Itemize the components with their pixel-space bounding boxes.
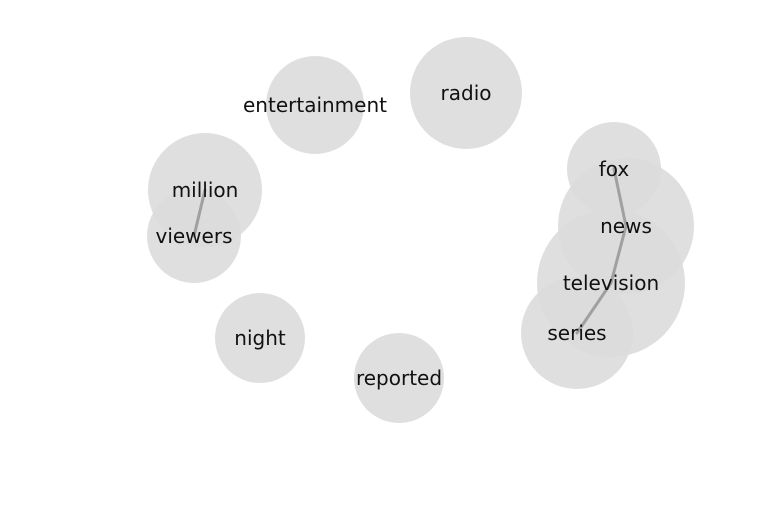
label-television: television [563, 271, 659, 295]
label-night: night [234, 326, 286, 350]
label-news: news [600, 214, 652, 238]
label-radio: radio [441, 81, 492, 105]
label-fox: fox [599, 157, 630, 181]
word-bubble-diagram: entertainment radio million viewers night rep… [0, 0, 768, 500]
label-series: series [547, 321, 606, 345]
bubble-diagram-svg: entertainment radio million viewers night rep… [147, 37, 694, 423]
label-reported: reported [356, 366, 442, 390]
label-million: million [172, 178, 239, 202]
label-entertainment: entertainment [243, 93, 387, 117]
label-viewers: viewers [155, 224, 232, 248]
